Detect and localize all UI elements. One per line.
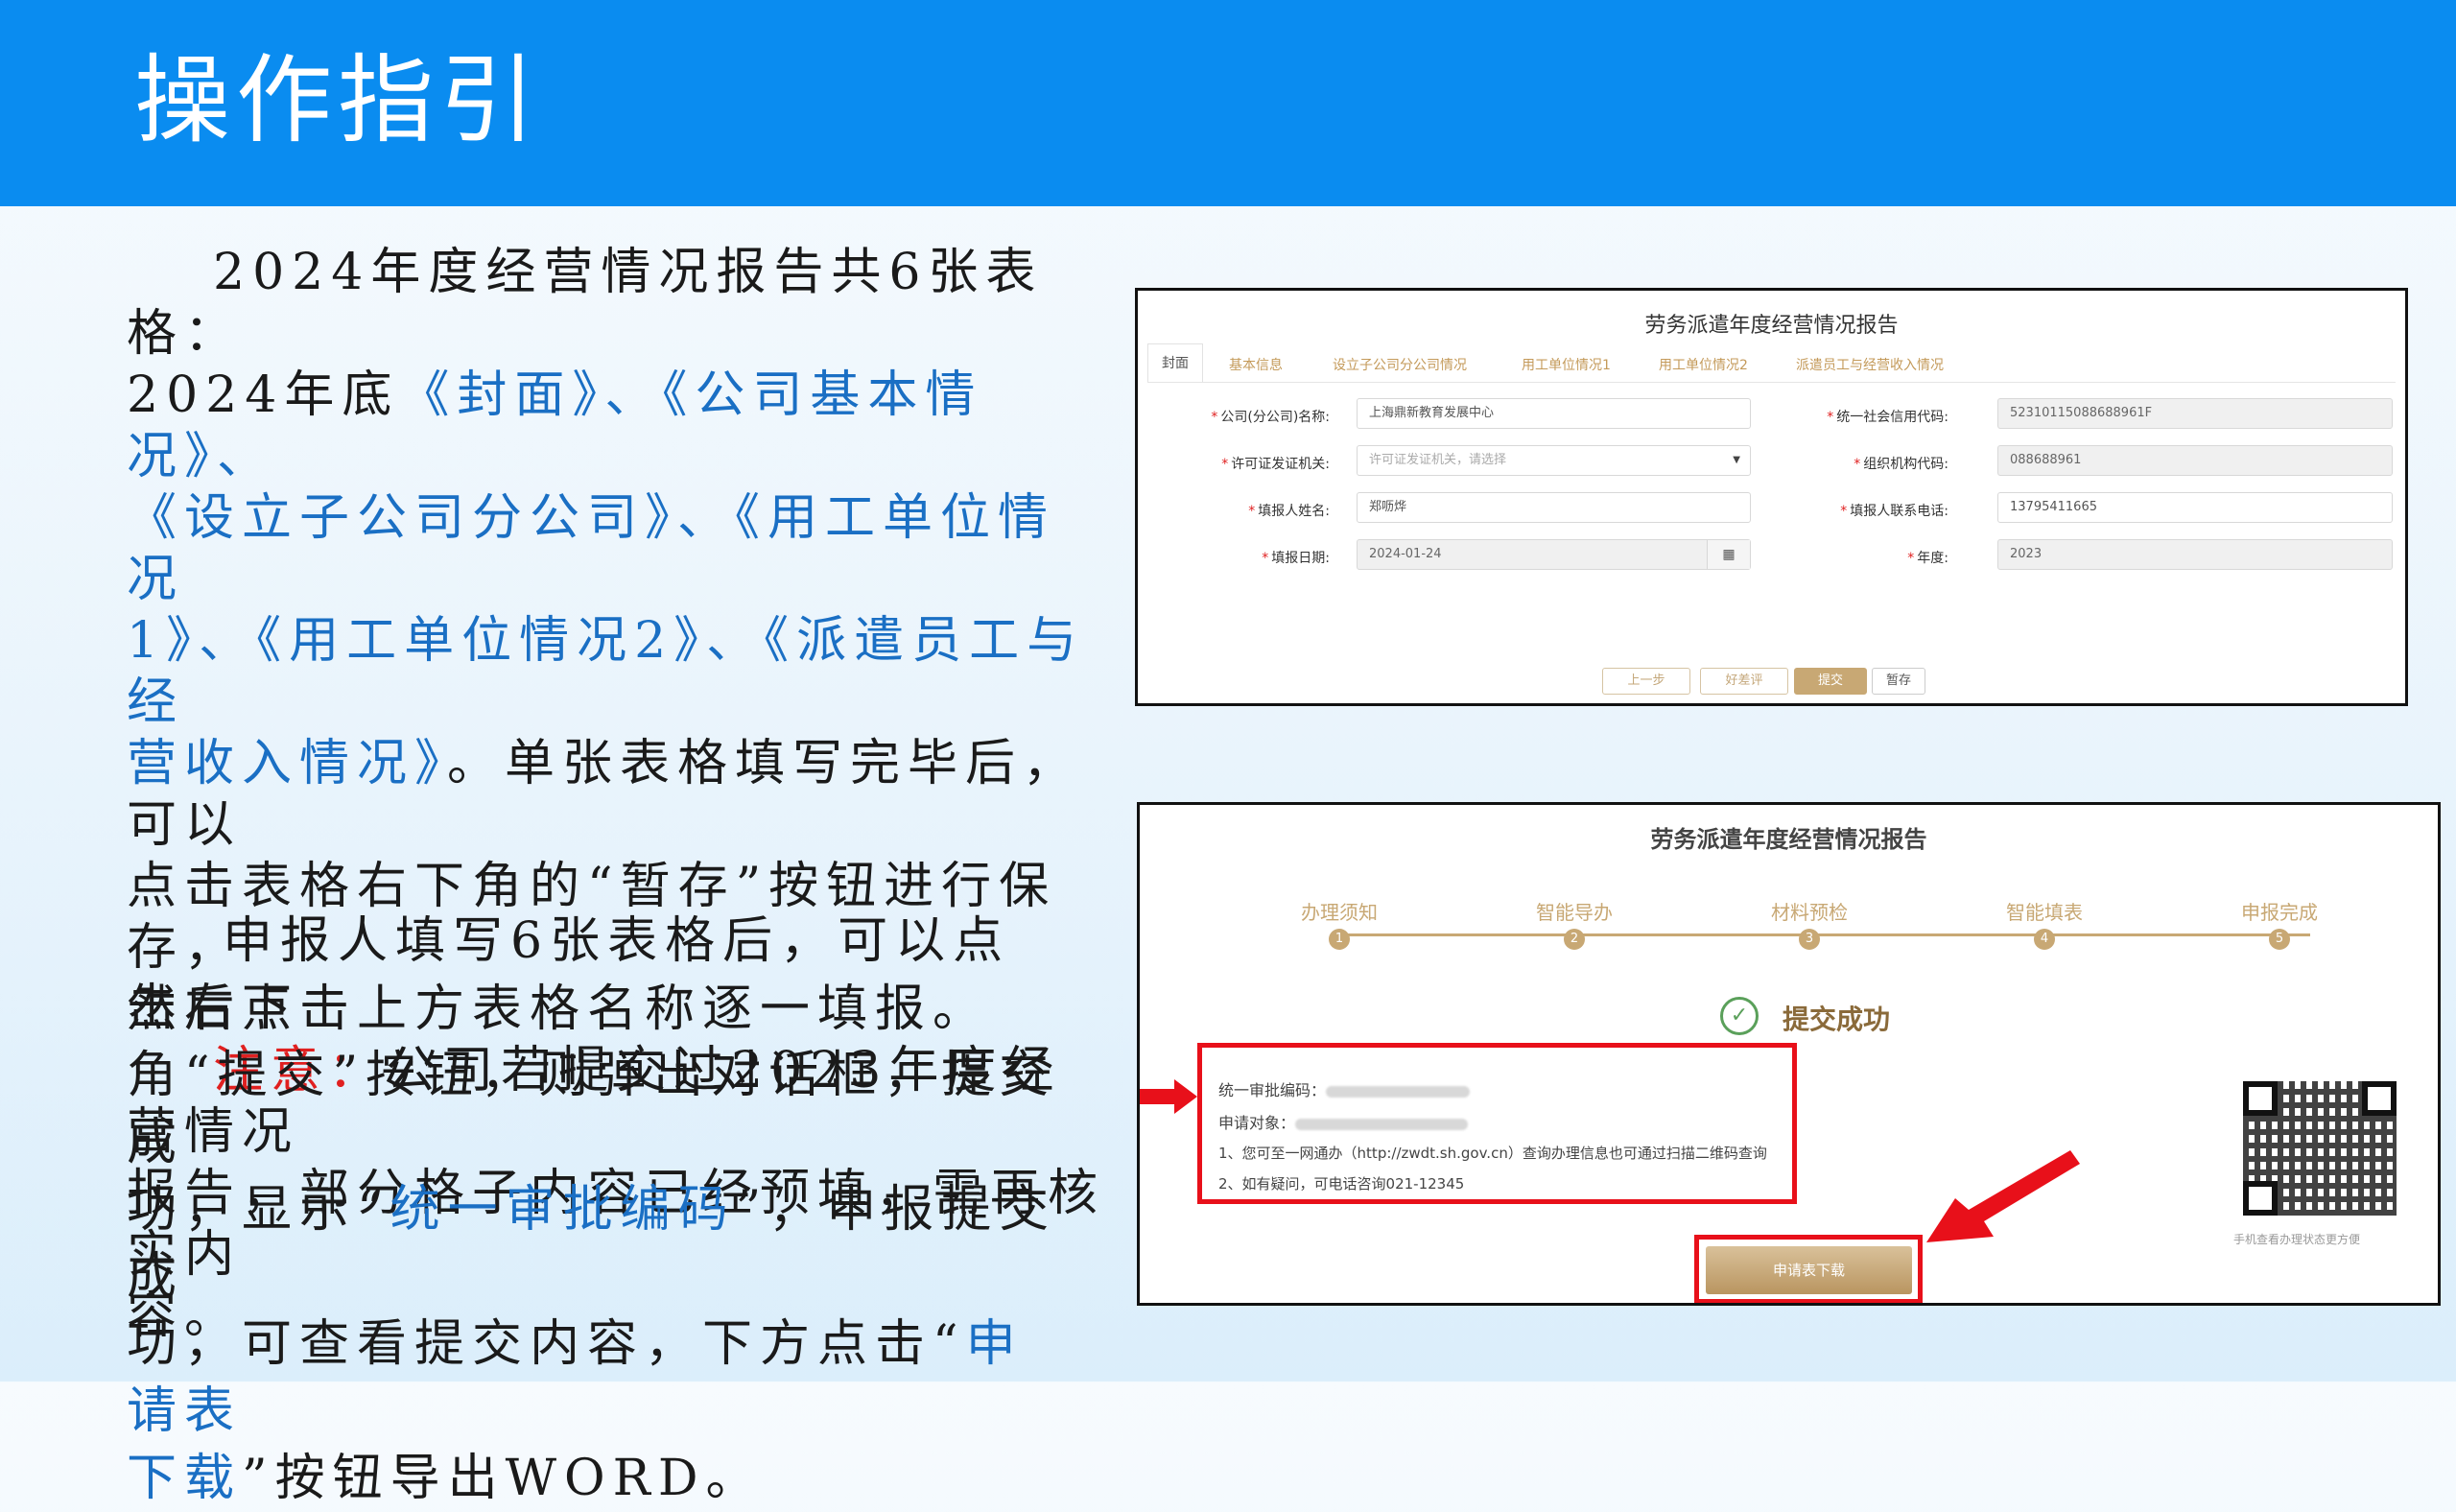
qr-finder: [2243, 1181, 2278, 1216]
step-1: 办理须知 1: [1267, 897, 1411, 950]
qr-finder: [2362, 1081, 2397, 1116]
form-title: 劳务派遣年度经营情况报告: [1644, 314, 1899, 338]
step-4: 智能填表 4: [1972, 897, 2116, 950]
success-screenshot: 劳务派遣年度经营情况报告 办理须知 1 智能导办 2 材料预检 3 智能填表 4 申报完…: [1137, 802, 2441, 1306]
qr-finder: [2243, 1081, 2278, 1116]
p1-line4: 1》、《用工单位情况2》、《派遣员工与经: [127, 612, 1085, 731]
p2-line1: 申报人填写6张表格后，可以点击右下: [127, 912, 1011, 1037]
filler-phone-input[interactable]: 13795411665: [1997, 492, 2393, 523]
credit-code-input[interactable]: 52310115088688961F: [1997, 398, 2393, 429]
filler-name-input[interactable]: 郑呖烨: [1357, 492, 1751, 523]
tab-employer-1[interactable]: 用工单位情况1: [1522, 355, 1611, 374]
tab-employer-2[interactable]: 用工单位情况2: [1659, 355, 1748, 374]
p1-line5-a: 营收入情况》: [127, 735, 448, 792]
org-code-label: * 组织机构代码:: [1854, 457, 1948, 472]
instructions-paragraph-2: 申报人填写6张表格后，可以点击右下 角“提交”按钮，则弹出对话框，提交成 功，显…: [127, 908, 1057, 1512]
form-tabs: 封面 基本信息 设立子公司分公司情况 用工单位情况1 用工单位情况2 派遣员工与…: [1147, 343, 2396, 383]
applicant-row: 申请对象：: [1218, 1110, 1469, 1133]
fill-date-input[interactable]: 2024-01-24 ▦: [1357, 539, 1751, 570]
prev-step-button[interactable]: 上一步: [1602, 668, 1690, 695]
company-name-label: * 公司(分公司)名称:: [1211, 410, 1330, 425]
arrow-down-left-icon: [1926, 1150, 2080, 1242]
success-page-title: 劳务派遣年度经营情况报告: [1650, 826, 1927, 853]
license-authority-select[interactable]: 许可证发证机关，请选择 ▼: [1357, 445, 1751, 476]
arrow-right-icon: [1140, 1079, 1197, 1114]
filler-name-label: * 填报人姓名:: [1248, 504, 1330, 519]
year-label: * 年度:: [1907, 551, 1948, 566]
qr-caption: 手机查看办理状态更方便: [2233, 1233, 2361, 1246]
download-application-button[interactable]: 申请表下载: [1706, 1246, 1912, 1294]
fill-date-label: * 填报日期:: [1262, 551, 1330, 566]
tab-staff-revenue[interactable]: 派遣员工与经营收入情况: [1796, 355, 1944, 374]
p1-line1: 2024年度经营情况报告共6张表格：: [127, 244, 1044, 363]
credit-code-label: * 统一社会信用代码:: [1827, 410, 1948, 425]
step-3: 材料预检 3: [1737, 897, 1881, 950]
step-5: 申报完成 5: [2208, 897, 2351, 950]
approval-code-term: 统一审批编码: [390, 1181, 736, 1239]
submit-button[interactable]: 提交: [1794, 668, 1867, 695]
slide-title: 操作指引: [134, 44, 541, 156]
review-button[interactable]: 好差评: [1700, 668, 1788, 695]
org-code-input[interactable]: 088688961: [1997, 445, 2393, 476]
p2-line5-b: ”按钮导出WORD。: [242, 1450, 764, 1507]
tab-subsidiary[interactable]: 设立子公司分公司情况: [1333, 355, 1467, 374]
success-message: 提交成功: [1783, 1004, 1891, 1035]
contact-note: 2、如有疑问，可电话咨询021-12345: [1218, 1175, 1465, 1193]
p2-line4-a: 功，可查看提交内容，下方点击“: [127, 1315, 966, 1373]
approval-code-row: 统一审批编码：: [1218, 1077, 1471, 1100]
year-input[interactable]: 2023: [1997, 539, 2393, 570]
download-term-b: 下载: [127, 1450, 243, 1507]
chevron-down-icon: ▼: [1733, 455, 1740, 465]
title-bar: 操作指引: [0, 0, 2456, 206]
p1-line3: 《设立子公司分公司》、《用工单位情况: [127, 489, 1056, 608]
tab-cover[interactable]: 封面: [1147, 343, 1203, 382]
p1-line2-a: 2024年底: [127, 366, 400, 424]
calendar-icon[interactable]: ▦: [1707, 540, 1750, 569]
blurred-value: [1326, 1085, 1471, 1098]
license-authority-label: * 许可证发证机关:: [1221, 457, 1330, 472]
query-note: 1、您可至一网通办（http://zwdt.sh.gov.cn）查询办理信息也可…: [1218, 1145, 1767, 1162]
step-2: 智能导办 2: [1502, 897, 1646, 950]
blurred-value: [1295, 1118, 1469, 1130]
p2-line2: 角“提交”按钮，则弹出对话框，提交成: [127, 1047, 1057, 1171]
company-name-input[interactable]: 上海鼎新教育发展中心: [1357, 398, 1751, 429]
filler-phone-label: * 填报人联系电话:: [1840, 504, 1948, 519]
p2-line3-a: 功，显示“: [127, 1181, 390, 1239]
form-screenshot: 劳务派遣年度经营情况报告 封面 基本信息 设立子公司分公司情况 用工单位情况1 …: [1135, 288, 2408, 706]
tab-basic-info[interactable]: 基本信息: [1229, 355, 1283, 374]
check-circle-icon: ✓: [1720, 997, 1759, 1035]
save-draft-button[interactable]: 暂存: [1872, 668, 1925, 695]
